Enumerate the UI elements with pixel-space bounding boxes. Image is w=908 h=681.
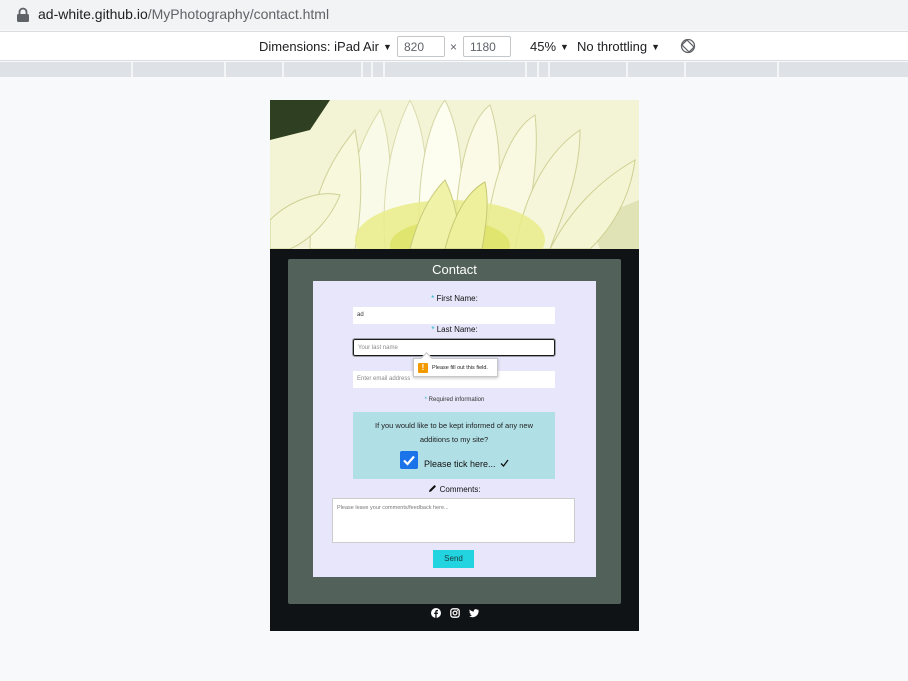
comments-label: Comments: — [313, 484, 596, 494]
comments-textarea[interactable]: Please leave your comments/feedback here… — [332, 498, 575, 543]
social-links — [431, 608, 481, 620]
lock-icon — [17, 7, 29, 22]
twitter-icon[interactable] — [469, 608, 479, 618]
dimensions-dropdown[interactable]: Dimensions: iPad Air ▼ — [259, 39, 392, 54]
comments-label-text: Comments: — [439, 485, 481, 494]
validation-message: Please fill out this field. — [432, 365, 488, 371]
checkbox-label-text: Please tick here... — [424, 459, 496, 469]
hero-flower-image — [270, 100, 639, 249]
send-button[interactable]: Send — [433, 550, 474, 568]
ruler-tick — [282, 62, 284, 77]
address-bar[interactable]: ad-white.github.io/MyPhotography/contact… — [0, 0, 908, 30]
first-name-label-text: First Name: — [436, 294, 478, 303]
last-name-label: * Last Name: — [313, 325, 596, 334]
required-star: * — [431, 294, 435, 303]
ruler-tick — [626, 62, 628, 77]
required-note-text: Required information — [428, 397, 485, 403]
media-query-ruler[interactable] — [0, 62, 908, 77]
instagram-icon[interactable] — [450, 608, 460, 618]
times-symbol: × — [450, 40, 458, 54]
opt-in-box: If you would like to be kept informed of… — [353, 412, 555, 479]
ruler-tick — [371, 62, 373, 77]
last-name-field[interactable]: Your last name — [352, 338, 556, 357]
opt-in-text: If you would like to be kept informed of… — [374, 421, 533, 444]
last-name-label-text: Last Name: — [436, 325, 478, 334]
device-viewport: Contact * First Name: ad * Last Name: Yo… — [270, 100, 639, 631]
caret-down-icon: ▼ — [382, 42, 392, 52]
dimensions-label: Dimensions: iPad Air — [259, 39, 379, 54]
required-note: * Required information — [313, 397, 596, 403]
throttling-label: No throttling — [577, 39, 648, 54]
zoom-label: 45% — [530, 39, 557, 54]
url-host: ad-white.github.io — [38, 6, 148, 22]
caret-down-icon: ▼ — [651, 42, 661, 52]
url-text[interactable]: ad-white.github.io/MyPhotography/contact… — [38, 6, 329, 22]
width-input[interactable]: 820 — [397, 36, 445, 57]
contact-panel: Contact * First Name: ad * Last Name: Yo… — [288, 259, 621, 604]
ruler-tick — [361, 62, 363, 77]
contact-form: * First Name: ad * Last Name: Your last … — [313, 281, 596, 577]
ruler-tick — [525, 62, 527, 77]
required-star: * — [424, 397, 427, 403]
checkmark-icon — [500, 459, 509, 467]
device-toolbar: Dimensions: iPad Air ▼ 820 × 1180 45% ▼ No… — [0, 31, 908, 61]
first-name-field[interactable]: ad — [353, 307, 555, 324]
caret-down-icon: ▼ — [560, 42, 569, 52]
rotate-icon[interactable] — [680, 38, 696, 54]
warning-icon: ! — [418, 363, 428, 373]
ruler-tick — [777, 62, 779, 77]
url-path: /MyPhotography/contact.html — [147, 6, 330, 22]
ruler-tick — [224, 62, 226, 77]
zoom-dropdown[interactable]: 45% ▼ — [530, 39, 569, 54]
required-star: * — [431, 325, 435, 334]
newsletter-checkbox[interactable] — [400, 451, 418, 469]
ruler-tick — [131, 62, 133, 77]
ruler-tick — [383, 62, 385, 77]
throttling-dropdown[interactable]: No throttling ▼ — [577, 39, 660, 54]
validation-tooltip: ! Please fill out this field. — [413, 358, 498, 377]
height-input[interactable]: 1180 — [463, 36, 511, 57]
checkbox-label: Please tick here... — [424, 459, 509, 469]
ruler-tick — [684, 62, 686, 77]
ruler-tick — [537, 62, 539, 77]
ruler-tick — [548, 62, 550, 77]
pencil-icon — [429, 485, 437, 492]
facebook-icon[interactable] — [431, 608, 441, 618]
first-name-label: * First Name: — [313, 294, 596, 303]
page-title: Contact — [432, 262, 477, 277]
